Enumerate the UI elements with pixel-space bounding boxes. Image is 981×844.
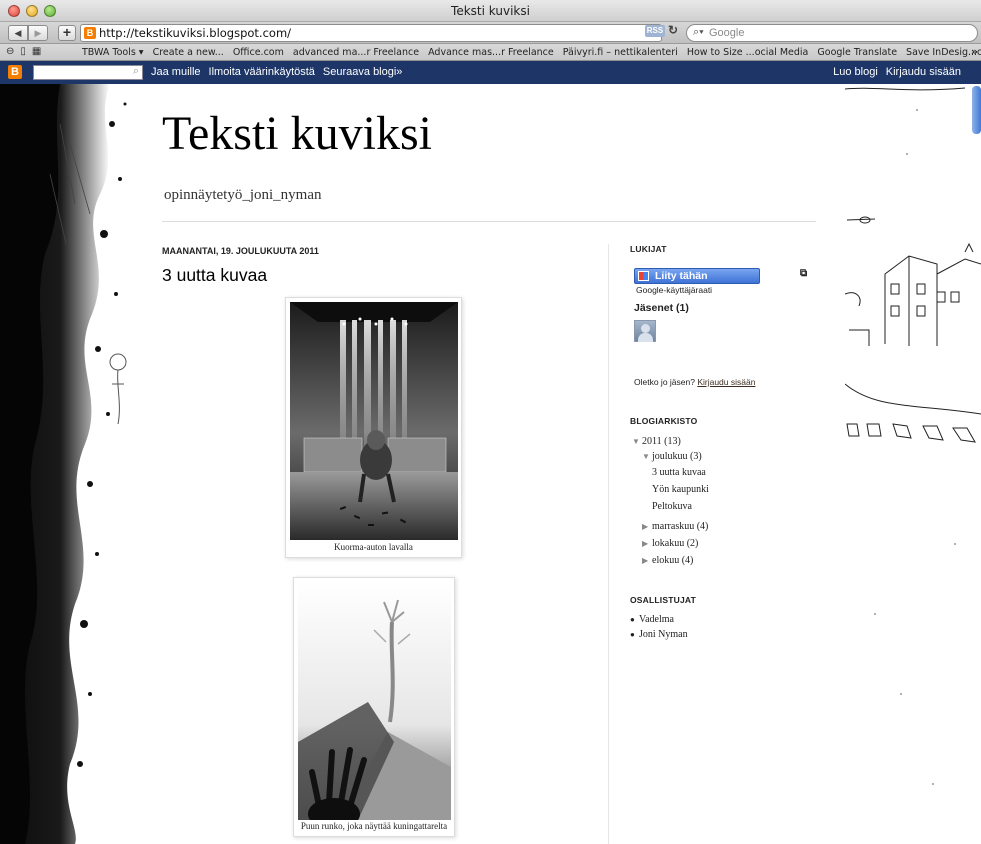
page-scrollbar-thumb[interactable] (972, 86, 981, 134)
image-caption: Puun runko, joka näyttää kuningattarelta (300, 821, 448, 831)
address-bar[interactable]: B http://tekstikuviksi.blogspot.com/ (80, 24, 662, 42)
avatar-body (638, 333, 653, 342)
followers-sign-in-link[interactable]: Kirjaudu sisään (697, 377, 755, 387)
bookmark-item[interactable]: TBWA Tools ▾ (82, 47, 144, 58)
search-icon: ⌕ (132, 65, 139, 77)
archive-month[interactable]: ▶ marraskuu (4) (642, 521, 708, 532)
post-date: MAANANTAI, 19. JOULUKUUTA 2011 (162, 246, 319, 256)
archive-month[interactable]: ▶ lokakuu (2) (642, 538, 698, 549)
post-image-figure: Kuorma-auton lavalla (285, 297, 462, 558)
archive-month-label[interactable]: lokakuu (2) (652, 538, 698, 549)
archive-month-label[interactable]: elokuu (4) (652, 555, 693, 566)
navbar-search-input[interactable]: ⌕ (33, 65, 143, 80)
bullet-icon: ● (630, 630, 635, 639)
contributor-item[interactable]: ● Vadelma (630, 614, 674, 625)
bookmarks-bar: ⊖▯▦ TBWA Tools ▾ Create a new... Office.… (0, 44, 981, 61)
archive-month-open[interactable]: ▼ joulukuu (3) (642, 451, 702, 462)
expanded-triangle-icon[interactable]: ▼ (632, 437, 642, 446)
collapsed-triangle-icon[interactable]: ▶ (642, 522, 652, 531)
window-titlebar: Teksti kuviksi (0, 0, 981, 22)
post-title[interactable]: 3 uutta kuvaa (162, 265, 267, 286)
window-title: Teksti kuviksi (451, 4, 530, 18)
bookmark-item[interactable]: Advance mas...r Freelance (428, 47, 554, 58)
blogger-logo-icon[interactable]: B (8, 65, 22, 79)
share-link[interactable]: Jaa muille (151, 66, 201, 78)
collapsed-triangle-icon[interactable]: ▶ (642, 539, 652, 548)
bullet-icon: ● (630, 615, 635, 624)
archive-post-link[interactable]: Yön kaupunki (652, 484, 709, 495)
post-image[interactable] (298, 582, 451, 820)
contributor-name[interactable]: Vadelma (639, 614, 674, 625)
archive-year[interactable]: ▼ 2011 (13) (632, 436, 681, 447)
avatar-head (641, 324, 650, 333)
popout-icon[interactable]: ⧉ (800, 268, 807, 279)
archive-post-link[interactable]: 3 uutta kuvaa (652, 467, 706, 478)
already-member-text: Oletko jo jäsen? Kirjaudu sisään (634, 377, 755, 387)
address-bar-url: http://tekstikuviksi.blogspot.com/ (99, 26, 292, 40)
blog-description: opinnäytetyö_joni_nyman (164, 187, 322, 203)
left-background-art (0, 84, 134, 844)
archive-month-label[interactable]: joulukuu (3) (652, 451, 702, 462)
sidebar: LUKIJAT Liity tähän sivustoon ⧉ Google-k… (630, 244, 830, 640)
reading-list-icon[interactable]: ⊖ (6, 46, 20, 57)
search-placeholder: Google (709, 27, 745, 39)
google-friend-connect-label: Google-käyttäjäraati (636, 285, 713, 295)
browser-toolbar: ◀ ▶ + B http://tekstikuviksi.blogspot.co… (0, 22, 981, 44)
forward-button[interactable]: ▶ (28, 25, 48, 41)
archive-widget-title: BLOGIARKISTO (630, 416, 698, 426)
search-icon: ⌕▾ (693, 26, 704, 38)
google-friend-connect-icon (638, 271, 649, 281)
blog-title[interactable]: Teksti kuviksi (162, 106, 432, 161)
reload-icon[interactable]: ↻ (668, 23, 678, 37)
archive-month-label[interactable]: marraskuu (4) (652, 521, 708, 532)
next-blog-link[interactable]: Seuraava blogi» (323, 66, 403, 78)
contributor-item[interactable]: ● Joni Nyman (630, 629, 688, 640)
contributor-name[interactable]: Joni Nyman (639, 629, 688, 640)
right-background-sketch-art (845, 84, 981, 844)
archive-post-link[interactable]: Peltokuva (652, 501, 692, 512)
bookmark-item[interactable]: Päivyri.fi – nettikalenteri (563, 47, 678, 58)
bookmark-item[interactable]: How to Size ...ocial Media (687, 47, 809, 58)
more-bookmarks-chevron-icon[interactable]: » (971, 45, 978, 58)
rss-icon[interactable]: RSS (645, 25, 665, 37)
post-image-figure: Puun runko, joka näyttää kuningattarelta (293, 577, 455, 837)
followers-widget-title: LUKIJAT (630, 244, 667, 254)
back-button[interactable]: ◀ (8, 25, 28, 41)
join-site-button[interactable]: Liity tähän sivustoon (634, 268, 760, 296)
blogger-navbar: B ⌕ Jaa muille Ilmoita väärinkäytöstä Se… (0, 61, 981, 84)
archive-year-label[interactable]: 2011 (13) (642, 436, 681, 447)
add-bookmark-button[interactable]: + (58, 25, 76, 41)
contributors-widget-title: OSALLISTUJAT (630, 595, 696, 605)
report-abuse-link[interactable]: Ilmoita väärinkäytöstä (209, 66, 315, 78)
bookmark-item[interactable]: Create a new... (153, 47, 224, 58)
bookmark-item[interactable]: Google Translate (817, 47, 897, 58)
header-divider (162, 221, 816, 222)
bookmarks-book-icon[interactable]: ▯ (20, 46, 32, 57)
bookmarks-icons[interactable]: ⊖▯▦ (6, 46, 47, 57)
blogger-favicon-icon: B (84, 27, 96, 39)
members-count: Jäsenet (1) (634, 302, 689, 314)
avatar[interactable] (634, 320, 656, 342)
collapsed-triangle-icon[interactable]: ▶ (642, 556, 652, 565)
post-image[interactable] (290, 302, 458, 540)
sign-in-link[interactable]: Kirjaudu sisään (886, 66, 961, 78)
already-member-label: Oletko jo jäsen? (634, 377, 695, 387)
image-caption: Kuorma-auton lavalla (334, 542, 413, 552)
expanded-triangle-icon[interactable]: ▼ (642, 452, 652, 461)
archive-month[interactable]: ▶ elokuu (4) (642, 555, 693, 566)
search-field[interactable]: ⌕▾ Google (686, 24, 978, 42)
sidebar-divider (608, 244, 609, 844)
bookmark-item[interactable]: Save InDesig...of InDesign (906, 47, 981, 58)
blog-content: Teksti kuviksi opinnäytetyö_joni_nyman M… (134, 84, 845, 844)
bookmark-item[interactable]: advanced ma...r Freelance (293, 47, 419, 58)
top-sites-grid-icon[interactable]: ▦ (32, 46, 47, 57)
create-blog-link[interactable]: Luo blogi (833, 66, 878, 78)
bookmark-item[interactable]: Office.com (233, 47, 284, 58)
